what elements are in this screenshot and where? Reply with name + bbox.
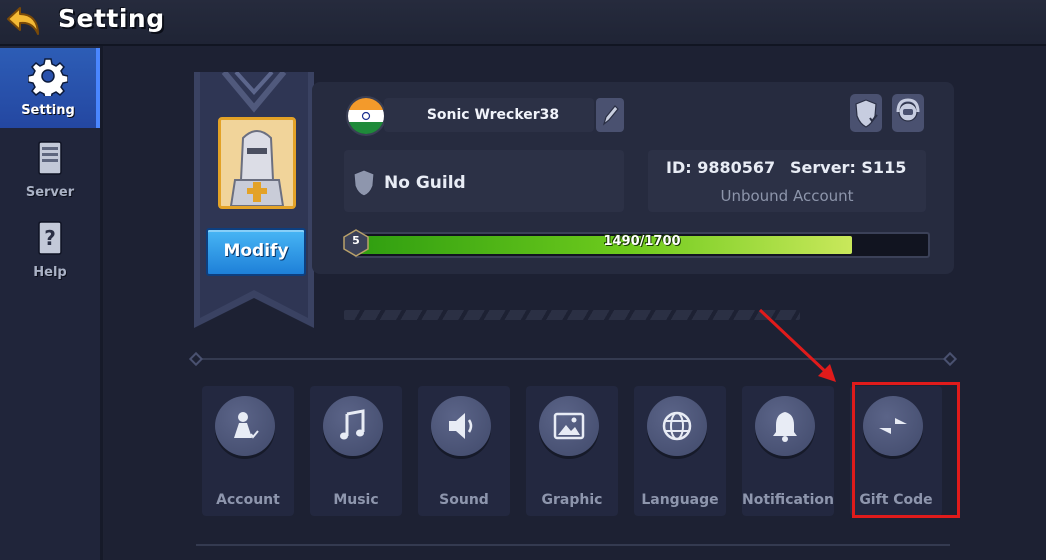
graphic-option[interactable]: Graphic xyxy=(522,380,622,522)
bell-icon xyxy=(773,412,797,442)
notification-option[interactable]: Notification xyxy=(738,380,838,522)
music-note-icon xyxy=(340,409,365,440)
graphic-option-circle xyxy=(539,396,599,456)
sidebar: Setting Server ? Help xyxy=(0,46,103,560)
sidebar-item-label: Server xyxy=(25,185,75,200)
option-label: Gift Code xyxy=(859,492,933,508)
music-option-circle xyxy=(323,396,383,456)
back-arrow-icon[interactable] xyxy=(6,4,44,40)
avatar[interactable] xyxy=(218,117,296,209)
customer-service-button[interactable] xyxy=(892,94,924,132)
headset-icon xyxy=(896,98,920,122)
edit-name-button[interactable] xyxy=(596,98,624,132)
language-option-circle xyxy=(647,396,707,456)
shield-check-icon xyxy=(855,99,878,128)
divider xyxy=(196,544,950,546)
modify-button[interactable]: Modify xyxy=(206,228,306,276)
music-option[interactable]: Music xyxy=(306,380,406,522)
help-icon: ? xyxy=(38,221,62,255)
svg-text:?: ? xyxy=(44,226,56,250)
pencil-icon xyxy=(602,105,619,126)
account-status: Unbound Account xyxy=(720,187,854,205)
shield-badge-button[interactable] xyxy=(850,94,882,132)
sidebar-item-help[interactable]: ? Help xyxy=(0,210,100,290)
gift-code-icon xyxy=(879,418,907,434)
account-option-circle xyxy=(215,396,275,456)
option-label: Language xyxy=(641,492,719,508)
sound-option-circle xyxy=(431,396,491,456)
top-bar: Setting xyxy=(0,0,1046,46)
image-icon xyxy=(553,412,585,440)
notification-option-circle xyxy=(755,396,815,456)
xp-text: 1490/1700 xyxy=(603,234,681,249)
option-label: Account xyxy=(216,492,280,508)
gift-code-option[interactable]: Gift Code xyxy=(846,380,946,522)
gift-code-option-circle xyxy=(863,396,923,456)
india-flag-icon xyxy=(346,96,386,136)
decorative-stripe xyxy=(344,310,800,320)
globe-icon xyxy=(662,411,692,441)
guild-status: No Guild xyxy=(384,173,466,193)
sound-option[interactable]: Sound xyxy=(414,380,514,522)
option-label: Graphic xyxy=(541,492,603,508)
option-label: Music xyxy=(333,492,379,508)
divider xyxy=(196,358,950,360)
page-title: Setting xyxy=(58,4,165,33)
level-number: 5 xyxy=(352,234,360,247)
speaker-icon xyxy=(449,413,473,439)
server-icon xyxy=(38,141,62,175)
player-name: Sonic Wrecker38 xyxy=(426,107,560,123)
language-option[interactable]: Language xyxy=(630,380,730,522)
knight-avatar-icon xyxy=(221,120,293,206)
gear-icon xyxy=(28,58,68,96)
sidebar-item-setting[interactable]: Setting xyxy=(0,48,100,128)
guild-shield-icon xyxy=(353,169,375,197)
option-label: Sound xyxy=(439,492,489,508)
sidebar-item-label: Help xyxy=(33,265,67,280)
sidebar-item-label: Setting xyxy=(21,103,75,118)
player-id: ID: 9880567 xyxy=(666,158,776,177)
account-option[interactable]: Account xyxy=(198,380,298,522)
sidebar-item-server[interactable]: Server xyxy=(0,130,100,210)
account-icon xyxy=(234,412,259,439)
option-label: Notification xyxy=(741,492,835,508)
player-server: Server: S115 xyxy=(790,158,907,177)
